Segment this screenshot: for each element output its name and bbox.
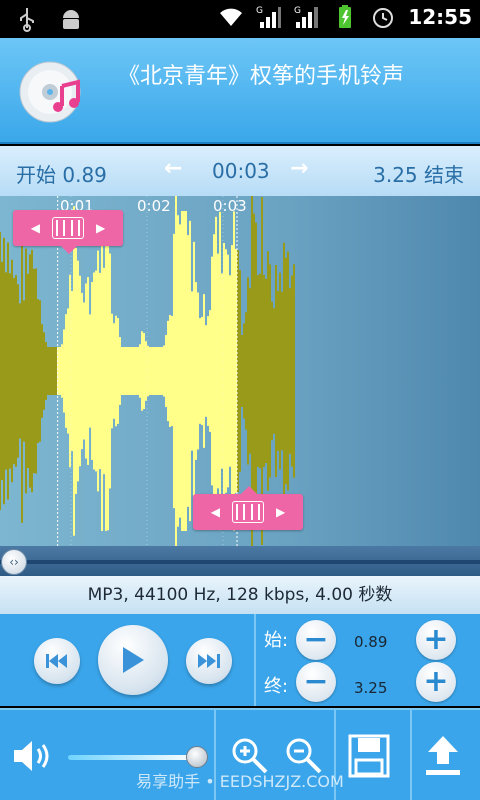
arrow-left-icon[interactable]: ← [164,156,182,181]
start-marker-handle[interactable]: ◀ ▶ [13,210,123,254]
svg-text:G: G [256,6,263,16]
usb-icon [20,8,34,32]
minus-icon: − [303,622,329,657]
marker-right-arrow-icon: ▶ [96,221,106,235]
battery-charging-icon [339,5,352,28]
scroll-track[interactable] [0,560,480,564]
waveform-view[interactable]: 0:01 0:02 0:03 ◀ ▶ ◀ ▶ [0,196,480,546]
volume-knob[interactable] [186,746,208,768]
status-bar: G G 12:55 [0,0,480,38]
skip-forward-icon [198,654,220,668]
android-debug-icon [63,10,79,29]
app-header: 《北京青年》权筝的手机铃声 [0,38,480,144]
signal-g-icon: G [256,6,282,28]
scroll-knob-icon[interactable]: ‹› [1,549,27,575]
plus-icon: + [423,664,449,699]
skip-back-button[interactable] [34,638,80,684]
waveform-scrollbar[interactable]: ‹› [0,546,480,576]
svg-text:G: G [294,6,301,16]
volume-slider[interactable] [68,755,198,760]
end-increase-button[interactable]: + [416,662,456,702]
start-value[interactable]: 0.89 [354,633,387,651]
marker-left-arrow-icon: ◀ [210,505,220,519]
start-label: 开始 0.89 [16,163,107,187]
marker-right-arrow-icon: ▶ [276,505,286,519]
music-cd-icon [19,61,81,123]
wifi-icon [220,8,243,26]
time-tick: 0:03 [213,197,247,215]
position-time: 00:03 [212,159,270,183]
status-time: 12:55 [408,5,472,29]
audio-info: MP3, 44100 Hz, 128 kbps, 4.00 秒数 [0,576,480,614]
end-label: 3.25 结束 [373,163,464,187]
start-field-label: 始: [264,630,289,651]
arrow-right-icon[interactable]: → [290,156,308,181]
time-tick: 0:02 [137,197,171,215]
grip-icon [232,501,264,523]
play-button[interactable] [98,625,168,695]
start-decrease-button[interactable]: − [296,620,336,660]
page-title: 《北京青年》权筝的手机铃声 [118,64,405,89]
end-field-label: 终: [264,676,289,697]
range-bar: 开始 0.89 ← 00:03 → 3.25 结束 [0,146,480,196]
marker-left-arrow-icon: ◀ [30,221,40,235]
watermark-text: 易享助手 • EEDSHZJZ.COM [136,772,344,791]
alarm-icon [373,8,394,28]
player-controls: 始: − 0.89 + 终: − 3.25 + [0,614,480,706]
minus-icon: − [303,664,329,699]
plus-icon: + [423,622,449,657]
signal-g2-icon: G [294,6,319,28]
end-value[interactable]: 3.25 [354,679,387,697]
skip-forward-button[interactable] [186,638,232,684]
skip-back-icon [46,654,67,668]
grip-icon [52,217,84,239]
play-icon [123,647,144,673]
end-decrease-button[interactable]: − [296,662,336,702]
end-marker-handle[interactable]: ◀ ▶ [193,486,303,530]
start-increase-button[interactable]: + [416,620,456,660]
